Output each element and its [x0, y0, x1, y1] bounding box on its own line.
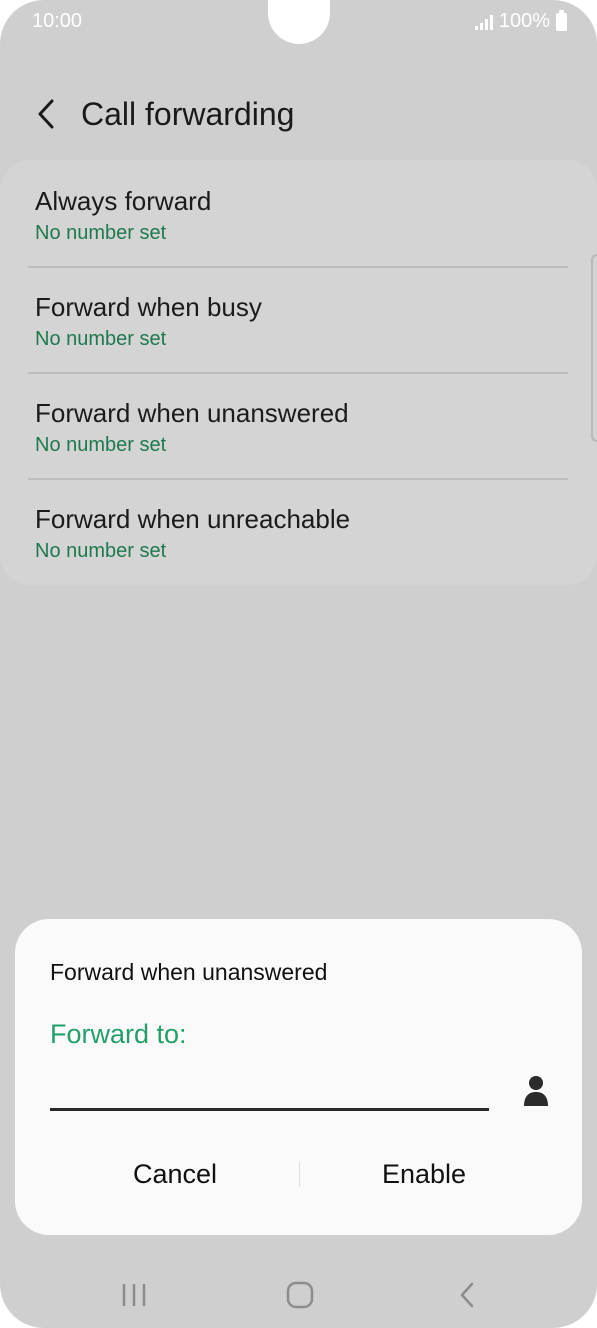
- option-subtitle: No number set: [35, 222, 167, 244]
- contacts-button[interactable]: [518, 1071, 554, 1111]
- forward-number-input[interactable]: [50, 1059, 489, 1111]
- signal-icon: [474, 14, 493, 30]
- option-title: Forward when busy: [35, 292, 262, 322]
- option-forward-when-unanswered[interactable]: Forward when unanswered No number set: [0, 372, 597, 478]
- scroll-indicator[interactable]: [591, 254, 597, 442]
- option-forward-when-busy[interactable]: Forward when busy No number set: [0, 266, 597, 372]
- home-button[interactable]: [270, 1270, 330, 1320]
- battery-icon: [556, 9, 567, 31]
- forward-to-label: Forward to:: [50, 1019, 187, 1049]
- phone-screen: 10:00 100% Call forwarding Always forwar…: [0, 0, 597, 1328]
- dialog-title: Forward when unanswered: [50, 959, 328, 985]
- forwarding-options-list: Always forward No number set Forward whe…: [0, 160, 597, 585]
- battery-percent: 100%: [498, 10, 550, 32]
- chevron-left-icon: [38, 99, 54, 129]
- home-icon: [286, 1281, 314, 1309]
- back-button[interactable]: [28, 94, 64, 134]
- option-subtitle: No number set: [35, 434, 167, 456]
- status-indicators: 100%: [474, 9, 567, 33]
- nav-back-button[interactable]: [437, 1270, 497, 1320]
- navigation-bar: [0, 1258, 597, 1328]
- person-icon: [524, 1076, 548, 1106]
- option-always-forward[interactable]: Always forward No number set: [0, 160, 597, 266]
- option-subtitle: No number set: [35, 328, 167, 350]
- option-title: Forward when unreachable: [35, 504, 351, 534]
- status-time: 10:00: [32, 10, 83, 32]
- option-forward-when-unreachable[interactable]: Forward when unreachable No number set: [0, 478, 597, 584]
- option-subtitle: No number set: [35, 540, 167, 562]
- option-title: Forward when unanswered: [35, 398, 349, 428]
- app-header: Call forwarding: [0, 80, 597, 150]
- enable-button[interactable]: Enable: [324, 1144, 524, 1204]
- recent-apps-button[interactable]: [104, 1270, 164, 1320]
- option-title: Always forward: [35, 186, 212, 216]
- camera-notch: [268, 0, 330, 44]
- button-divider: [299, 1162, 300, 1187]
- page-title: Call forwarding: [81, 96, 295, 132]
- forward-dialog: Forward when unanswered Forward to: Canc…: [15, 919, 582, 1235]
- back-icon: [460, 1282, 474, 1308]
- cancel-button[interactable]: Cancel: [75, 1144, 275, 1204]
- recent-apps-icon: [122, 1284, 146, 1306]
